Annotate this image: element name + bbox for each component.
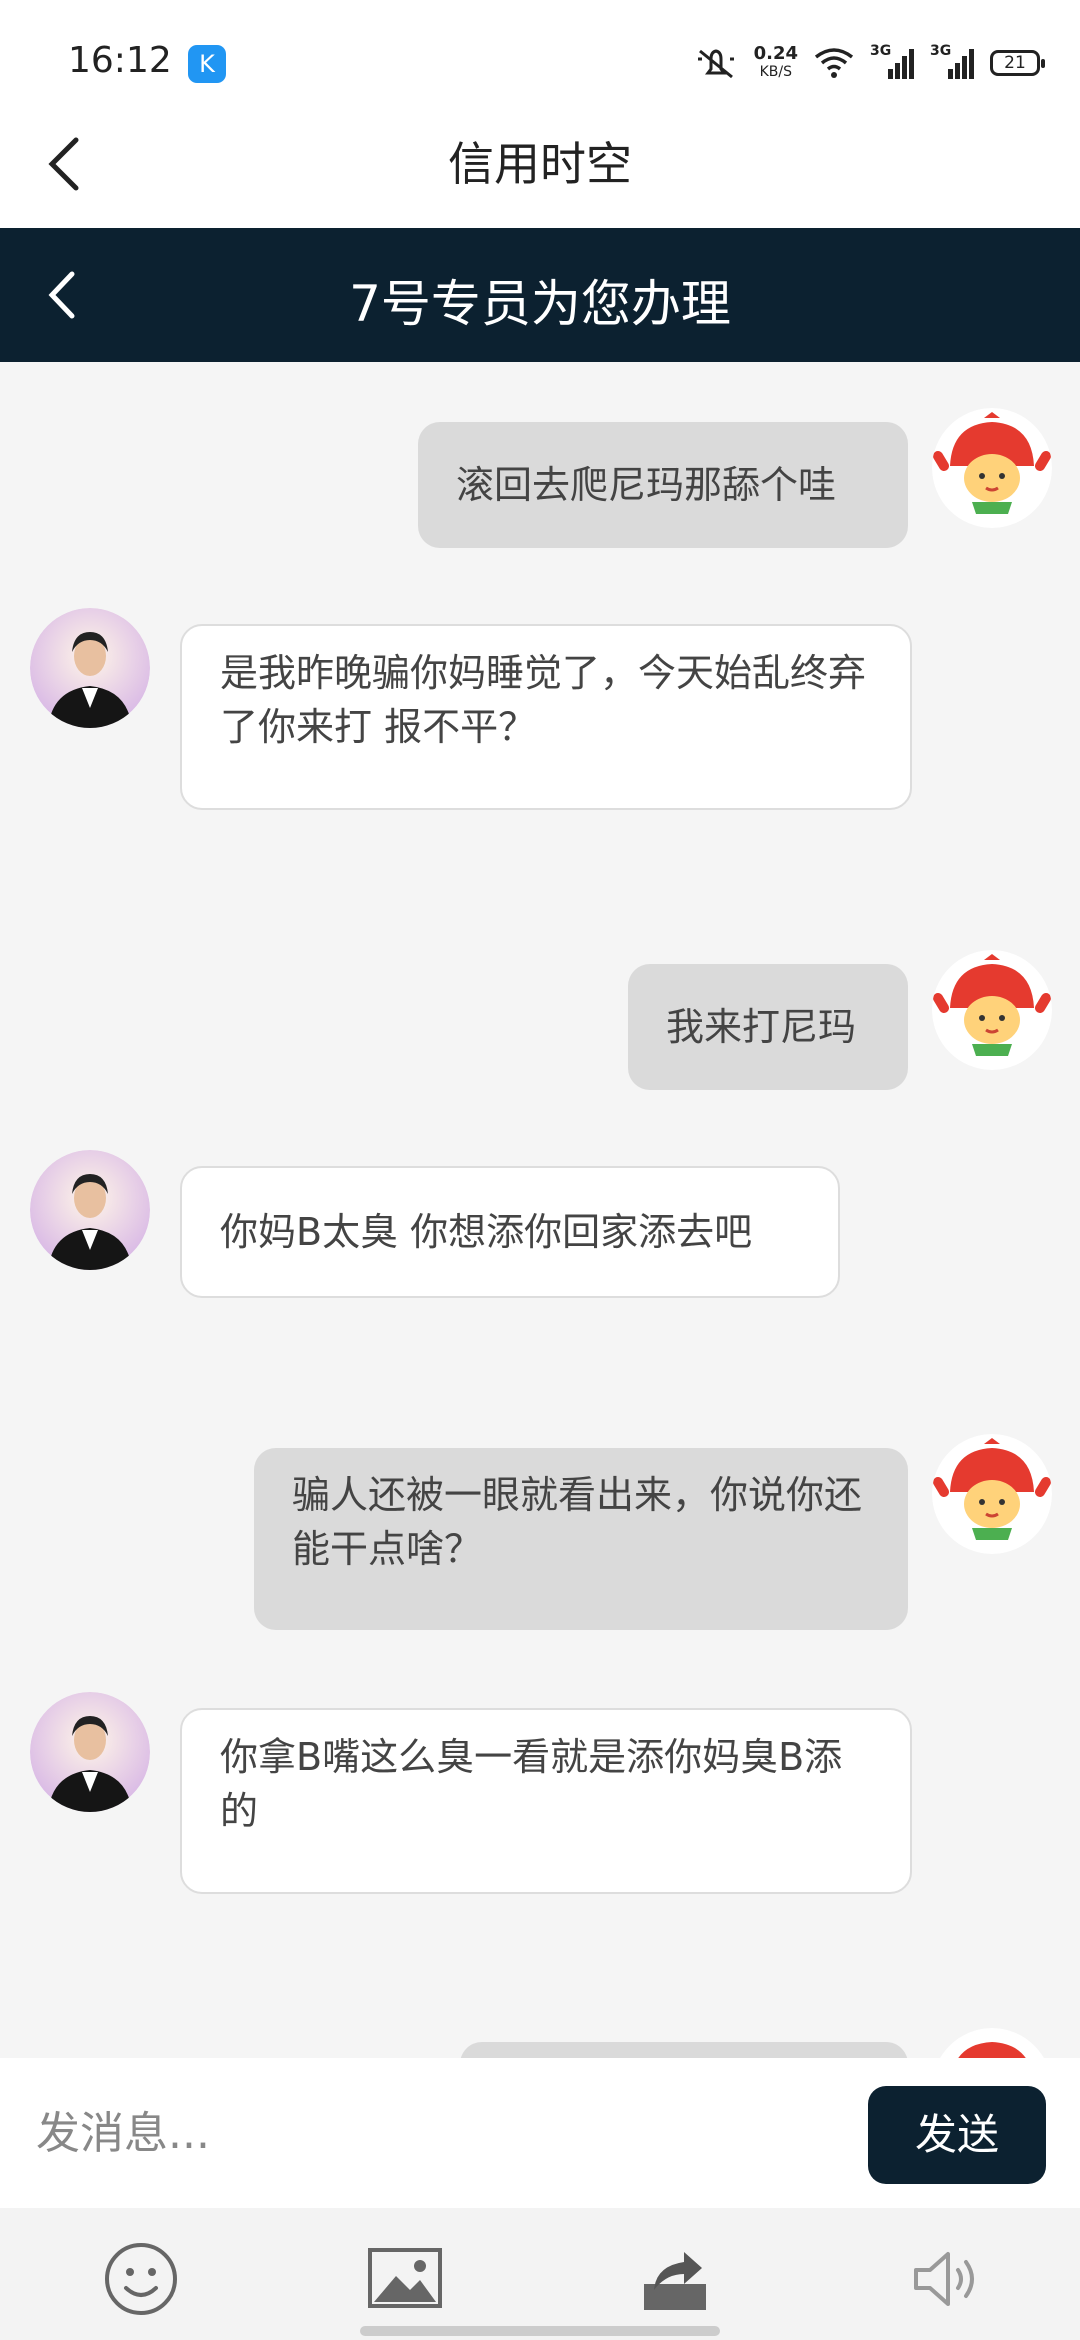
net-speed: 0.24 KB/S: [754, 45, 798, 81]
agent-avatar[interactable]: [30, 608, 150, 728]
signal-2-label: 3G: [930, 43, 952, 59]
user-message-bubble: [460, 2042, 908, 2058]
agent-avatar[interactable]: [30, 1692, 150, 1812]
page-title: 信用时空: [448, 137, 632, 191]
home-indicator[interactable]: [360, 2326, 720, 2336]
agent-message-bubble: 是我昨晚骗你妈睡觉了，今天始乱终弃了你来打 报不平？: [180, 624, 912, 810]
user-message-bubble: 滚回去爬尼玛那舔个哇: [418, 422, 908, 548]
app-notification-icon: K: [188, 45, 226, 83]
net-speed-value: 0.24: [753, 43, 798, 64]
battery-icon: 21: [990, 50, 1045, 76]
chat-list[interactable]: 滚回去爬尼玛那舔个哇 是我昨晚骗你妈睡觉了，今天始乱终弃了你来打 报不平？ 我来…: [0, 362, 1080, 2058]
message-composer: 发送: [0, 2058, 1080, 2208]
speaker-icon: [914, 2252, 974, 2306]
agent-message-bubble: 你拿B嘴这么臭一看就是添你妈臭B添的: [180, 1708, 912, 1894]
image-button[interactable]: [360, 2234, 450, 2324]
mute-bell-icon: [697, 49, 734, 79]
user-avatar[interactable]: [932, 408, 1052, 528]
user-avatar[interactable]: [932, 950, 1052, 1070]
user-message-bubble: 我来打尼玛: [628, 964, 908, 1090]
emoji-icon: [105, 2243, 177, 2315]
share-button[interactable]: [630, 2234, 720, 2324]
chat-title: 7号专员为您办理: [349, 275, 731, 333]
net-speed-unit: KB/S: [759, 64, 792, 80]
input-toolbar: [0, 2208, 1080, 2340]
user-message-bubble: 骗人还被一眼就看出来，你说你还能干点啥？: [254, 1448, 908, 1630]
send-button[interactable]: 发送: [868, 2086, 1046, 2184]
status-time: 16:12: [68, 40, 172, 81]
signal-icon-1: 3G: [870, 43, 914, 81]
agent-message-bubble: 你妈B太臭 你想添你回家添去吧: [180, 1166, 840, 1298]
speaker-button[interactable]: [900, 2234, 990, 2324]
user-avatar[interactable]: [932, 2028, 1052, 2058]
user-avatar[interactable]: [932, 1434, 1052, 1554]
signal-1-label: 3G: [870, 43, 892, 59]
message-input[interactable]: [36, 2096, 816, 2170]
chat-header: 7号专员为您办理: [0, 228, 1080, 362]
share-icon: [644, 2252, 706, 2310]
emoji-button[interactable]: [96, 2234, 186, 2324]
image-icon: [368, 2248, 442, 2308]
app-bar: 信用时空: [0, 100, 1080, 228]
agent-avatar[interactable]: [30, 1150, 150, 1270]
status-indicators: 0.24 KB/S 3G 3G 21: [694, 40, 1045, 86]
signal-icon-2: 3G: [930, 43, 974, 81]
wifi-icon: [814, 48, 854, 78]
